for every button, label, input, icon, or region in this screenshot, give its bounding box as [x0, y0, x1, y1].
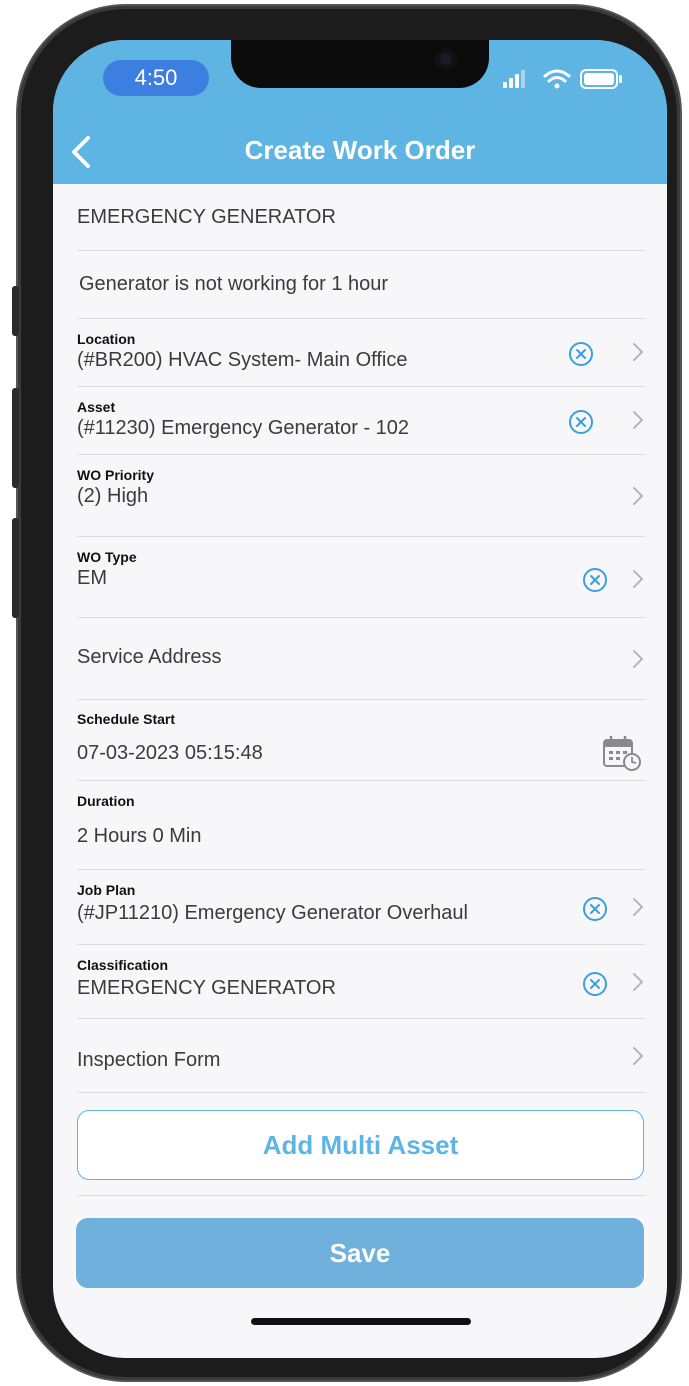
home-indicator: [251, 1318, 471, 1325]
divider: [77, 1195, 645, 1196]
chevron-right-icon: [633, 487, 644, 505]
chevron-right-icon: [633, 898, 644, 916]
chevron-right-icon: [633, 973, 644, 991]
app-screen: 4:50 Create Work Order EMERGENCY GENERAT…: [53, 40, 667, 1358]
duration-label: Duration: [77, 793, 135, 809]
location-label: Location: [77, 331, 136, 347]
clear-wo-type-icon[interactable]: [582, 567, 608, 593]
duration-row[interactable]: Duration 2 Hours 0 Min: [77, 781, 645, 870]
calendar-clock-icon[interactable]: [602, 734, 642, 772]
service-address-label: Service Address: [77, 646, 222, 668]
add-multi-asset-button[interactable]: Add Multi Asset: [77, 1110, 644, 1180]
location-value: (#BR200) HVAC System- Main Office: [77, 349, 408, 371]
service-address-row[interactable]: Service Address: [77, 618, 645, 700]
description-value: Generator is not working for 1 hour: [79, 273, 389, 295]
wifi-icon: [543, 69, 571, 89]
classification-label: Classification: [77, 957, 169, 973]
asset-label: Asset: [77, 399, 116, 415]
clear-location-icon[interactable]: [568, 341, 594, 367]
status-icons: [497, 66, 627, 92]
job-plan-value: (#JP11210) Emergency Generator Overhaul: [77, 902, 468, 924]
page-title: Create Work Order: [244, 135, 476, 165]
wo-priority-row[interactable]: WO Priority (2) High: [77, 455, 645, 537]
signal-icon: [503, 70, 525, 88]
mute-switch: [12, 286, 19, 336]
chevron-right-icon: [633, 343, 644, 361]
job-plan-label: Job Plan: [77, 882, 136, 898]
classification-value: EMERGENCY GENERATOR: [77, 977, 336, 999]
title-field[interactable]: EMERGENCY GENERATOR: [77, 184, 645, 251]
chevron-right-icon: [633, 570, 644, 588]
status-time: 4:50: [103, 60, 209, 96]
chevron-right-icon: [633, 411, 644, 429]
wo-type-row[interactable]: WO Type EM: [77, 537, 645, 618]
description-field[interactable]: Generator is not working for 1 hour: [77, 251, 645, 319]
volume-down-button: [12, 518, 19, 618]
location-row[interactable]: Location (#BR200) HVAC System- Main Offi…: [77, 319, 645, 387]
clear-classification-icon[interactable]: [582, 971, 608, 997]
battery-icon: [580, 69, 622, 89]
classification-row[interactable]: Classification EMERGENCY GENERATOR: [77, 945, 645, 1019]
notch: [231, 40, 489, 88]
wo-type-value: EM: [77, 567, 107, 589]
chevron-right-icon: [633, 650, 644, 668]
wo-priority-label: WO Priority: [77, 467, 155, 483]
save-button[interactable]: Save: [76, 1218, 644, 1288]
duration-value: 2 Hours 0 Min: [77, 825, 202, 847]
wo-type-label: WO Type: [77, 549, 137, 565]
chevron-right-icon: [633, 1047, 644, 1065]
work-order-form: EMERGENCY GENERATOR Generator is not wor…: [77, 184, 645, 1093]
inspection-form-row[interactable]: Inspection Form: [77, 1019, 645, 1093]
asset-row[interactable]: Asset (#11230) Emergency Generator - 102: [77, 387, 645, 455]
schedule-start-label: Schedule Start: [77, 711, 176, 727]
title-value: EMERGENCY GENERATOR: [77, 206, 336, 228]
inspection-form-label: Inspection Form: [77, 1049, 221, 1071]
wo-priority-value: (2) High: [77, 485, 149, 507]
asset-value: (#11230) Emergency Generator - 102: [77, 417, 410, 439]
clear-asset-icon[interactable]: [568, 409, 594, 435]
clear-job-plan-icon[interactable]: [582, 896, 608, 922]
volume-up-button: [12, 388, 19, 488]
schedule-start-value: 07-03-2023 05:15:48: [77, 742, 263, 764]
app-header: 4:50 Create Work Order: [53, 40, 667, 184]
front-camera: [435, 48, 457, 70]
schedule-start-row[interactable]: Schedule Start 07-03-2023 05:15:48: [77, 700, 645, 781]
job-plan-row[interactable]: Job Plan (#JP11210) Emergency Generator …: [77, 870, 645, 945]
